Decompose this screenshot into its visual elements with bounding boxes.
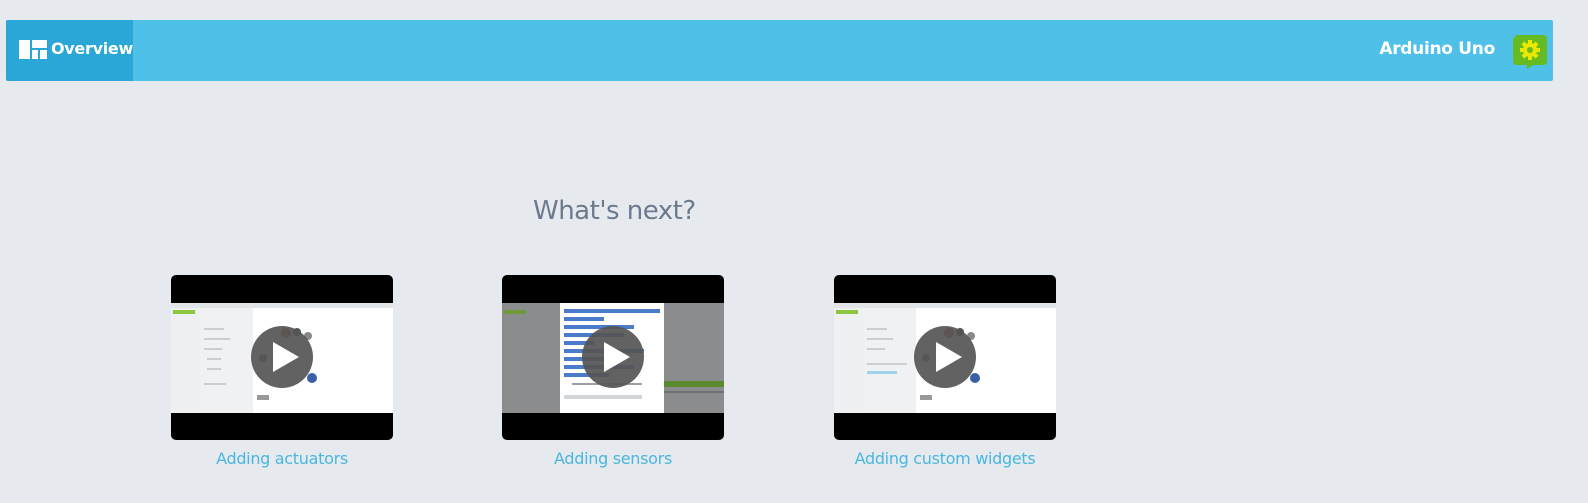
device-name: Arduino Uno [1379, 39, 1495, 59]
dashboard-layout-icon [19, 40, 47, 59]
video-card-actuators: Adding actuators [171, 275, 393, 468]
play-button[interactable] [582, 326, 644, 388]
video-card-sensors: Adding sensors [502, 275, 724, 468]
gear-icon[interactable] [1509, 33, 1549, 69]
play-button[interactable] [914, 326, 976, 388]
overview-label: Overview [51, 39, 133, 58]
overview-tab[interactable]: Overview [6, 20, 133, 81]
video-thumbnail[interactable] [502, 275, 724, 440]
play-icon [936, 342, 962, 372]
video-card-custom-widgets: Adding custom widgets [834, 275, 1056, 468]
top-navigation-bar: Overview Arduino Uno [6, 20, 1553, 81]
page-title: What's next? [533, 196, 696, 226]
play-icon [273, 342, 299, 372]
video-link-sensors[interactable]: Adding sensors [502, 449, 724, 468]
video-thumbnail[interactable] [834, 275, 1056, 440]
play-button[interactable] [251, 326, 313, 388]
play-icon [604, 342, 630, 372]
video-thumbnail[interactable] [171, 275, 393, 440]
video-link-actuators[interactable]: Adding actuators [171, 449, 393, 468]
video-link-custom-widgets[interactable]: Adding custom widgets [834, 449, 1056, 468]
